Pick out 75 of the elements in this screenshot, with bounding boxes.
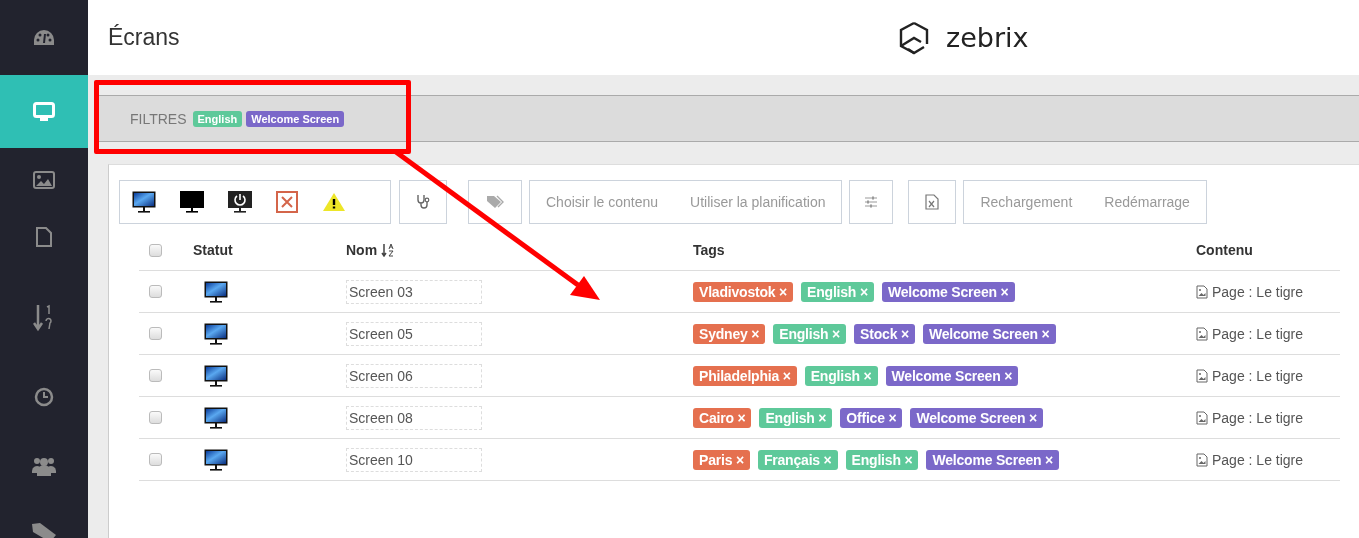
tag-chip[interactable]: Philadelphia ×	[693, 365, 797, 386]
filter-chip[interactable]: Welcome Screen	[246, 110, 345, 127]
content-text: Page : Le tigre	[1212, 451, 1304, 468]
export-button[interactable]	[908, 180, 957, 224]
column-header: Contenu	[1196, 242, 1253, 258]
monitor-icon	[204, 280, 228, 303]
checkbox[interactable]	[149, 243, 162, 257]
tag-chip[interactable]: Welcome Screen ×	[910, 407, 1044, 428]
tag-chip[interactable]: English ×	[759, 407, 833, 428]
tag-chip[interactable]: English ×	[845, 449, 919, 470]
checkbox[interactable]	[149, 327, 162, 340]
stethoscope-icon	[416, 194, 430, 210]
tag-chip[interactable]: Welcome Screen ×	[885, 365, 1019, 386]
tag-icon	[31, 522, 57, 538]
tag-chip[interactable]: Cairo ×	[693, 407, 752, 428]
spreadsheet-file-icon	[925, 194, 940, 210]
content-text: Page : Le tigre	[1212, 325, 1304, 342]
tag-chip[interactable]: Vladivostok ×	[693, 281, 794, 302]
name-field[interactable]: Screen 08	[346, 405, 482, 430]
power-monitor-icon[interactable]	[228, 191, 252, 213]
image-file-icon	[1196, 326, 1208, 341]
gauge-icon	[33, 28, 55, 47]
column-header: Tags	[693, 242, 725, 258]
tag-chip[interactable]: Stock ×	[854, 323, 915, 344]
tag-chip[interactable]: English ×	[773, 323, 847, 344]
sidebar-item[interactable]	[0, 75, 88, 148]
name-field[interactable]: Screen 10	[346, 447, 482, 472]
monitor-icon	[204, 448, 228, 471]
users-icon	[31, 456, 57, 476]
checkbox[interactable]	[149, 285, 162, 298]
column-header[interactable]: Nom	[346, 242, 378, 258]
tag-chip[interactable]: Français ×	[757, 449, 838, 470]
name-field[interactable]: Screen 03	[346, 279, 482, 304]
filter-chip[interactable]: English	[192, 110, 243, 127]
image-icon	[33, 171, 55, 189]
name-field[interactable]: Screen 06	[346, 363, 482, 388]
tag-chip[interactable]: English ×	[804, 365, 878, 386]
image-file-icon	[1196, 284, 1208, 299]
tag-chip[interactable]: Welcome Screen ×	[922, 323, 1056, 344]
document-icon	[36, 227, 52, 247]
checkbox[interactable]	[149, 369, 162, 382]
tag-chip[interactable]: Sydney ×	[693, 323, 766, 344]
monitor-icon	[204, 364, 228, 387]
error-icon[interactable]	[276, 191, 298, 213]
content-text: Page : Le tigre	[1212, 409, 1304, 426]
sort-icon[interactable]	[381, 243, 396, 257]
filters-label: FILTRES	[130, 110, 187, 127]
clock-icon	[34, 387, 54, 407]
sliders-icon	[864, 196, 879, 208]
image-file-icon	[1196, 452, 1208, 467]
tags-button[interactable]	[468, 180, 522, 224]
content-text: Page : Le tigre	[1212, 283, 1304, 300]
monitor-icon[interactable]	[180, 191, 204, 213]
column-header: Statut	[193, 242, 233, 258]
logo-text: zebrix	[946, 22, 1029, 53]
tag-chip[interactable]: English ×	[801, 281, 874, 302]
checkbox[interactable]	[149, 411, 162, 424]
warning-icon[interactable]	[322, 192, 346, 212]
name-field[interactable]: Screen 05	[346, 321, 482, 346]
monitor-icon	[33, 101, 55, 122]
tag-chip[interactable]: Welcome Screen ×	[926, 449, 1060, 470]
tag-chip[interactable]: Office ×	[840, 407, 903, 428]
image-file-icon	[1196, 368, 1208, 383]
checkbox[interactable]	[149, 453, 162, 466]
sort-numeric-icon	[33, 304, 55, 332]
content-text: Page : Le tigre	[1212, 367, 1304, 384]
monitor-icon	[132, 191, 156, 213]
tag-chip[interactable]: Welcome Screen ×	[881, 281, 1015, 302]
diagnostic-button[interactable]	[399, 180, 447, 224]
tag-chip[interactable]: Paris ×	[693, 449, 750, 470]
page-title: Écrans	[108, 24, 181, 51]
image-file-icon	[1196, 410, 1208, 425]
tags-icon	[486, 195, 504, 209]
monitor-icon	[204, 406, 228, 429]
monitor-icon	[204, 322, 228, 345]
